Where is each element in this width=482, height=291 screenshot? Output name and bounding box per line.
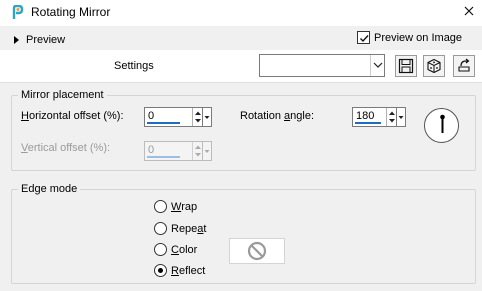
angle-needle-icon xyxy=(440,114,445,133)
save-icon xyxy=(398,58,414,74)
horizontal-offset-label: Horizontal offset (%): xyxy=(21,110,124,122)
value-underline xyxy=(147,122,180,124)
dice-icon xyxy=(427,58,441,74)
value-underline xyxy=(147,156,180,158)
preview-on-image-checkbox[interactable]: Preview on Image xyxy=(357,31,462,44)
preview-toggle[interactable]: Preview xyxy=(14,32,65,48)
rotation-angle-label: Rotation angle: xyxy=(240,110,315,122)
edge-mode-repeat-radio[interactable]: Repeat xyxy=(154,222,206,235)
reflect-label: Reflect xyxy=(171,264,206,277)
save-preset-button[interactable] xyxy=(395,55,417,77)
app-icon xyxy=(12,5,24,19)
edge-mode-wrap-radio[interactable]: Wrap xyxy=(154,200,197,213)
rotation-angle-dial[interactable] xyxy=(424,108,459,143)
chevron-down-icon[interactable] xyxy=(396,107,406,127)
rotation-angle-value[interactable]: 180 xyxy=(356,110,374,122)
radio-circle[interactable] xyxy=(154,243,167,256)
preview-label: Preview xyxy=(26,34,66,46)
preset-dropdown[interactable] xyxy=(259,54,385,77)
window-title: Rotating Mirror xyxy=(31,5,111,19)
checkbox-box[interactable] xyxy=(357,31,370,44)
expand-triangle-icon xyxy=(14,36,19,44)
settings-label: Settings xyxy=(114,60,154,72)
value-underline xyxy=(355,122,381,124)
preview-on-image-label: Preview on Image xyxy=(374,31,463,44)
chevron-down-icon[interactable] xyxy=(202,107,212,127)
color-label: Color xyxy=(171,243,198,256)
rotation-angle-spinner[interactable]: 180 xyxy=(352,107,406,127)
reset-button[interactable] xyxy=(453,55,475,77)
reset-icon xyxy=(458,58,470,72)
horizontal-offset-spinner[interactable]: 0 xyxy=(144,107,212,127)
spin-arrows-icon xyxy=(192,142,202,160)
spin-arrows-icon[interactable] xyxy=(386,108,396,126)
checkmark-icon xyxy=(360,35,369,43)
edge-mode-group xyxy=(11,189,476,284)
edge-mode-reflect-radio[interactable]: Reflect xyxy=(154,264,205,277)
mirror-placement-group xyxy=(11,95,476,171)
close-icon[interactable] xyxy=(462,4,476,18)
chevron-down-icon[interactable] xyxy=(370,55,384,76)
wrap-label: Wrap xyxy=(171,200,198,213)
randomize-button[interactable] xyxy=(423,55,445,77)
edge-mode-title: Edge mode xyxy=(18,183,81,195)
vertical-offset-value: 0 xyxy=(148,144,155,156)
edge-mode-color-radio[interactable]: Color xyxy=(154,243,197,256)
spin-arrows-icon[interactable] xyxy=(192,108,202,126)
repeat-label: Repeat xyxy=(171,222,207,235)
vertical-offset-label: Vertical offset (%): xyxy=(21,142,111,154)
rotating-mirror-dialog: Rotating Mirror Preview Preview on Image… xyxy=(0,0,482,291)
mirror-placement-title: Mirror placement xyxy=(18,89,107,101)
title-bar: Rotating Mirror xyxy=(0,0,482,26)
horizontal-offset-value[interactable]: 0 xyxy=(148,110,154,122)
vertical-offset-spinner: 0 xyxy=(144,141,212,161)
radio-circle[interactable] xyxy=(154,222,167,235)
edge-color-swatch xyxy=(229,238,285,264)
no-color-icon xyxy=(247,241,267,261)
chevron-down-icon xyxy=(202,141,212,161)
radio-circle[interactable] xyxy=(154,200,167,213)
radio-circle-selected[interactable] xyxy=(154,264,167,277)
